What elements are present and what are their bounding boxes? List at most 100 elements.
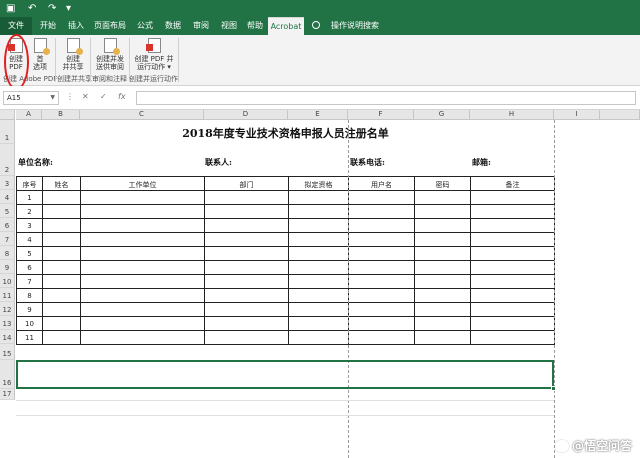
table-cell[interactable] xyxy=(80,274,205,289)
table-cell[interactable] xyxy=(348,190,415,205)
column-header-c[interactable]: C xyxy=(80,110,204,120)
redo-icon[interactable]: ↷ xyxy=(48,2,56,15)
table-cell[interactable] xyxy=(348,274,415,289)
enter-icon[interactable]: ✓ xyxy=(100,92,107,101)
table-cell[interactable] xyxy=(204,316,289,331)
row-number-cell[interactable]: 4 xyxy=(16,232,43,247)
table-cell[interactable] xyxy=(80,330,205,345)
table-cell[interactable] xyxy=(204,204,289,219)
row-number-cell[interactable]: 11 xyxy=(16,330,43,345)
table-cell[interactable] xyxy=(42,316,81,331)
table-cell[interactable] xyxy=(288,260,349,275)
table-cell[interactable] xyxy=(470,330,555,345)
row-header-12[interactable]: 12 xyxy=(0,302,15,316)
row-number-cell[interactable]: 6 xyxy=(16,260,43,275)
tab-formulas[interactable]: 公式 xyxy=(132,17,158,35)
selected-row-range[interactable] xyxy=(16,360,554,389)
table-header-cell[interactable]: 用户名 xyxy=(348,176,415,191)
row-number-cell[interactable]: 7 xyxy=(16,274,43,289)
table-cell[interactable] xyxy=(80,316,205,331)
row-header-15[interactable]: 15 xyxy=(0,344,15,360)
table-cell[interactable] xyxy=(414,274,471,289)
table-cell[interactable] xyxy=(288,288,349,303)
table-header-cell[interactable]: 密码 xyxy=(414,176,471,191)
table-cell[interactable] xyxy=(42,274,81,289)
row-header-6[interactable]: 6 xyxy=(0,218,15,232)
table-cell[interactable] xyxy=(348,232,415,247)
table-cell[interactable] xyxy=(348,260,415,275)
table-cell[interactable] xyxy=(80,246,205,261)
row-number-cell[interactable]: 3 xyxy=(16,218,43,233)
table-cell[interactable] xyxy=(414,260,471,275)
table-cell[interactable] xyxy=(204,218,289,233)
table-cell[interactable] xyxy=(42,302,81,317)
tab-help[interactable]: 帮助 xyxy=(242,17,268,35)
row-number-cell[interactable]: 9 xyxy=(16,302,43,317)
tab-insert[interactable]: 插入 xyxy=(62,17,90,35)
save-icon[interactable]: ▣ xyxy=(6,2,15,15)
row-header-4[interactable]: 4 xyxy=(0,190,15,204)
create-and-share-button[interactable]: 创建 并共享 xyxy=(58,38,88,71)
column-header-e[interactable]: E xyxy=(288,110,348,120)
table-cell[interactable] xyxy=(288,232,349,247)
tell-me-search[interactable]: 操作说明搜索 xyxy=(322,17,388,35)
column-header-a[interactable]: A xyxy=(16,110,42,120)
table-cell[interactable] xyxy=(80,204,205,219)
cancel-icon[interactable]: ✕ xyxy=(82,92,89,101)
table-cell[interactable] xyxy=(204,260,289,275)
table-cell[interactable] xyxy=(42,204,81,219)
table-cell[interactable] xyxy=(470,190,555,205)
column-header-h[interactable]: H xyxy=(470,110,554,120)
column-header-i[interactable]: I xyxy=(554,110,600,120)
row-header-1[interactable]: 1 xyxy=(0,120,15,144)
table-cell[interactable] xyxy=(80,190,205,205)
tab-page-layout[interactable]: 页面布局 xyxy=(90,17,130,35)
table-cell[interactable] xyxy=(348,288,415,303)
table-cell[interactable] xyxy=(204,232,289,247)
table-cell[interactable] xyxy=(414,218,471,233)
table-cell[interactable] xyxy=(414,204,471,219)
table-cell[interactable] xyxy=(348,330,415,345)
select-all-corner[interactable] xyxy=(0,110,15,120)
table-cell[interactable] xyxy=(348,218,415,233)
tab-view[interactable]: 视图 xyxy=(216,17,242,35)
customize-quick-access-icon[interactable]: ▾ xyxy=(66,2,71,15)
row-number-cell[interactable]: 2 xyxy=(16,204,43,219)
insert-function-icon[interactable]: fx xyxy=(118,92,126,101)
table-header-cell[interactable]: 备注 xyxy=(470,176,555,191)
table-cell[interactable] xyxy=(470,288,555,303)
table-cell[interactable] xyxy=(42,246,81,261)
table-header-cell[interactable]: 序号 xyxy=(16,176,43,191)
table-cell[interactable] xyxy=(288,316,349,331)
table-cell[interactable] xyxy=(288,246,349,261)
row-header-5[interactable]: 5 xyxy=(0,204,15,218)
row-header-3[interactable]: 3 xyxy=(0,176,15,190)
row-header-11[interactable]: 11 xyxy=(0,288,15,302)
table-cell[interactable] xyxy=(204,288,289,303)
table-cell[interactable] xyxy=(288,274,349,289)
table-cell[interactable] xyxy=(348,204,415,219)
table-cell[interactable] xyxy=(204,302,289,317)
table-cell[interactable] xyxy=(288,190,349,205)
table-cell[interactable] xyxy=(42,330,81,345)
table-cell[interactable] xyxy=(80,232,205,247)
row-number-cell[interactable]: 10 xyxy=(16,316,43,331)
row-header-10[interactable]: 10 xyxy=(0,274,15,288)
table-cell[interactable] xyxy=(80,218,205,233)
table-cell[interactable] xyxy=(414,232,471,247)
table-cell[interactable] xyxy=(204,330,289,345)
row-number-cell[interactable]: 8 xyxy=(16,288,43,303)
tab-acrobat[interactable]: Acrobat xyxy=(268,17,304,35)
table-cell[interactable] xyxy=(470,274,555,289)
table-cell[interactable] xyxy=(414,190,471,205)
table-header-cell[interactable]: 部门 xyxy=(204,176,289,191)
row-header-7[interactable]: 7 xyxy=(0,232,15,246)
table-cell[interactable] xyxy=(470,218,555,233)
row-number-cell[interactable]: 1 xyxy=(16,190,43,205)
table-cell[interactable] xyxy=(288,330,349,345)
row-number-cell[interactable]: 5 xyxy=(16,246,43,261)
column-header-f[interactable]: F xyxy=(348,110,414,120)
table-cell[interactable] xyxy=(42,218,81,233)
tab-home[interactable]: 开始 xyxy=(34,17,62,35)
table-cell[interactable] xyxy=(348,316,415,331)
